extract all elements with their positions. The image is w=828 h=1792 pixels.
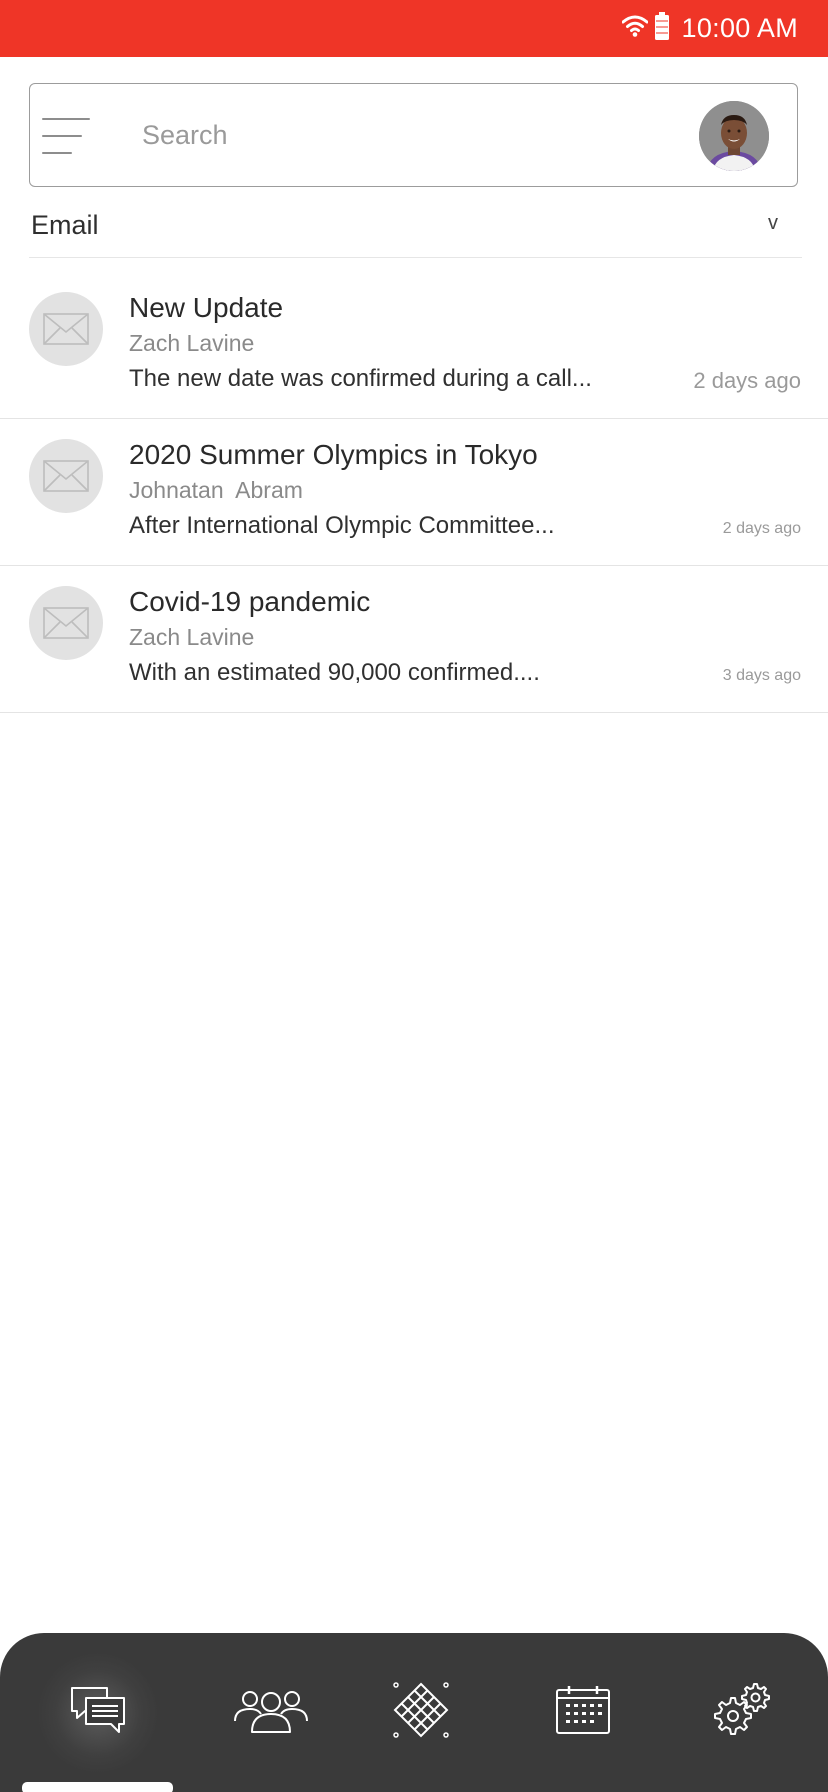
people-icon xyxy=(232,1685,310,1740)
battery-icon xyxy=(654,12,670,45)
email-subject: 2020 Summer Olympics in Tokyo xyxy=(129,439,538,470)
nav-settings[interactable] xyxy=(682,1633,802,1792)
wifi-icon xyxy=(621,15,649,42)
email-sender: Zach Lavine xyxy=(129,624,255,650)
email-preview: After International Olympic Committee... xyxy=(129,512,555,539)
nav-grid[interactable] xyxy=(361,1633,481,1792)
email-list-item[interactable]: New Update Zach Lavine The new date was … xyxy=(0,272,828,419)
search-bar xyxy=(29,83,798,187)
email-list-item[interactable]: Covid-19 pandemic Zach Lavine With an es… xyxy=(0,566,828,713)
calendar-icon xyxy=(554,1684,612,1741)
section-title: Email xyxy=(31,210,99,240)
email-time: 2 days ago xyxy=(693,368,801,393)
search-input[interactable] xyxy=(142,112,702,158)
chat-icon xyxy=(69,1685,127,1740)
status-time: 10:00 AM xyxy=(681,13,798,43)
email-time: 3 days ago xyxy=(722,667,801,684)
status-bar: 10:00 AM xyxy=(0,0,828,57)
nav-chat[interactable] xyxy=(38,1633,158,1792)
email-subject: New Update xyxy=(129,292,284,323)
email-list: New Update Zach Lavine The new date was … xyxy=(0,272,828,713)
envelope-icon xyxy=(29,292,103,366)
email-preview: The new date was confirmed during a call… xyxy=(129,365,592,392)
nav-calendar[interactable] xyxy=(523,1633,643,1792)
envelope-icon xyxy=(29,586,103,660)
nav-people[interactable] xyxy=(211,1633,331,1792)
chevron-down-icon[interactable]: v xyxy=(768,212,778,235)
envelope-icon xyxy=(29,439,103,513)
hamburger-menu-icon[interactable] xyxy=(42,116,92,156)
email-sender: Zach Lavine xyxy=(129,330,255,356)
status-indicators: 10:00 AM xyxy=(621,0,798,57)
email-list-item[interactable]: 2020 Summer Olympics in Tokyo Johnatan A… xyxy=(0,419,828,566)
email-preview: With an estimated 90,000 confirmed.... xyxy=(129,659,540,686)
settings-icon xyxy=(712,1682,772,1743)
grid-diamond-icon xyxy=(388,1677,454,1748)
bottom-nav xyxy=(0,1633,828,1792)
active-tab-indicator xyxy=(22,1782,173,1792)
email-section-header[interactable]: Email v xyxy=(29,202,802,258)
user-avatar[interactable] xyxy=(699,101,769,171)
email-sender: Johnatan Abram xyxy=(129,477,303,503)
email-time: 2 days ago xyxy=(722,520,801,537)
email-subject: Covid-19 pandemic xyxy=(129,586,371,617)
